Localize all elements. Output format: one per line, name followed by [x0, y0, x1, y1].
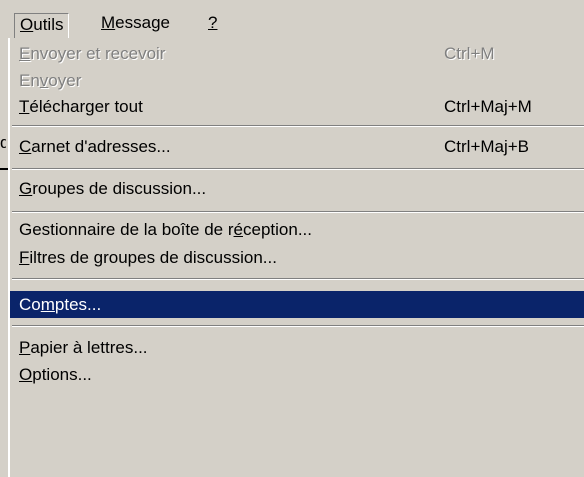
menu-item-carnet-adresses[interactable]: Carnet d'adresses... Ctrl+Maj+B	[10, 133, 584, 160]
menu-item-mnemonic: E	[19, 44, 31, 63]
menu-separator	[12, 278, 584, 280]
menu-item-envoyer[interactable]: Envoyer	[10, 67, 584, 94]
menu-item-filtres-groupes[interactable]: Filtres de groupes de discussion...	[10, 244, 584, 271]
menu-item-gestionnaire-boite-reception[interactable]: Gestionnaire de la boîte de réception...	[10, 216, 584, 243]
menu-item-shortcut: Ctrl+Maj+M	[444, 97, 532, 116]
menu-item-mnemonic: F	[19, 248, 30, 267]
underlying-text-fragment: d	[0, 133, 6, 152]
menu-item-shortcut: Ctrl+Maj+B	[444, 137, 530, 156]
menu-item-mnemonic: C	[19, 137, 32, 156]
menu-item-mnemonic: m	[40, 295, 55, 314]
menu-message[interactable]: Message	[96, 12, 175, 36]
menu-outils-mnemonic: O	[20, 15, 34, 34]
menu-help[interactable]: ?	[203, 12, 222, 36]
menu-item-options[interactable]: Options...	[10, 361, 584, 388]
outils-dropdown-menu: Envoyer et recevoir Ctrl+M Envoyer Téléc…	[8, 38, 584, 477]
menu-item-mnemonic: é	[233, 220, 243, 239]
underlying-line	[0, 168, 8, 170]
menu-item-mnemonic: P	[19, 338, 31, 357]
menu-item-label: Filtres de groupes de discussion...	[19, 248, 277, 267]
menu-separator	[12, 325, 584, 327]
menu-item-label: Envoyer et recevoir	[19, 44, 166, 63]
menu-item-groupes-de-discussion[interactable]: Groupes de discussion...	[10, 175, 584, 202]
menu-item-label: Envoyer	[19, 71, 82, 90]
menu-bar: Outils Message ?	[0, 0, 584, 41]
menu-item-telecharger-tout[interactable]: Télécharger tout Ctrl+Maj+M	[10, 93, 584, 120]
menu-item-mnemonic: O	[19, 365, 33, 384]
menu-item-papier-a-lettres[interactable]: Papier à lettres...	[10, 334, 584, 361]
menu-item-mnemonic: G	[19, 179, 33, 198]
menu-separator	[12, 211, 584, 213]
menu-item-mnemonic: T	[19, 97, 30, 116]
menu-item-label: Comptes...	[19, 295, 102, 314]
menu-item-label: Papier à lettres...	[19, 338, 148, 357]
menu-item-comptes[interactable]: Comptes...	[10, 291, 584, 318]
menu-separator	[12, 168, 584, 170]
menu-item-mnemonic: v	[39, 71, 49, 90]
menu-item-label: Options...	[19, 365, 92, 384]
menu-help-label: ?	[208, 13, 218, 32]
menu-separator	[12, 125, 584, 127]
underlying-window: d	[0, 41, 8, 477]
menu-item-label: Groupes de discussion...	[19, 179, 207, 198]
menu-message-mnemonic: M	[101, 13, 116, 32]
menu-item-envoyer-et-recevoir[interactable]: Envoyer et recevoir Ctrl+M	[10, 40, 584, 67]
menu-item-shortcut: Ctrl+M	[444, 44, 495, 63]
menu-item-label: Gestionnaire de la boîte de réception...	[19, 220, 312, 239]
menu-outils[interactable]: Outils	[14, 13, 70, 40]
menu-item-label: Carnet d'adresses...	[19, 137, 171, 156]
menu-outils-rest: utils	[33, 15, 64, 34]
menu-message-rest: essage	[115, 13, 170, 32]
menu-item-label: Télécharger tout	[19, 97, 143, 116]
